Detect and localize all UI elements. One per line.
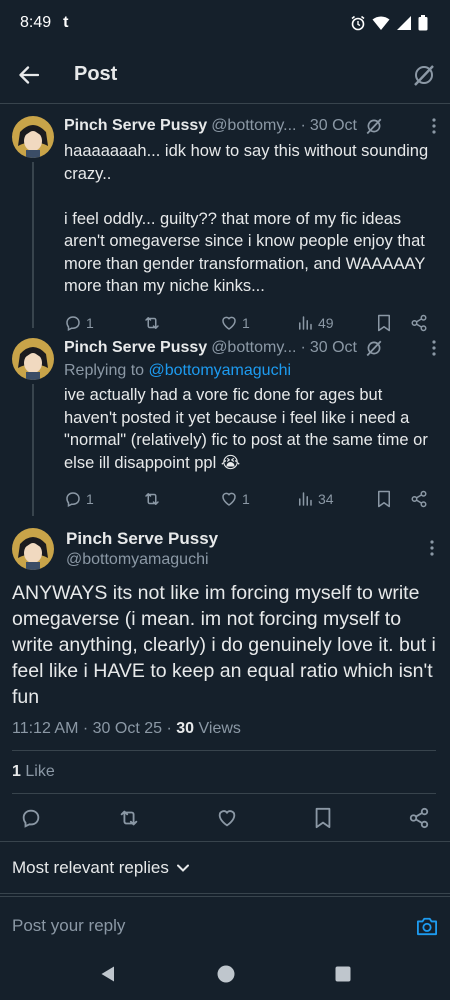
signal-icon: [396, 15, 412, 31]
post-metadata: 11:12 AM · 30 Oct 25 · 30 Views: [12, 720, 436, 751]
thread-connector-line: [32, 384, 34, 516]
share-icon[interactable]: [410, 490, 428, 508]
focused-tweet: Pinch Serve Pussy @bottomyamaguchi ANYWA…: [0, 516, 450, 794]
avatar[interactable]: [12, 338, 54, 380]
replies-sort-dropdown[interactable]: Most relevant replies: [0, 842, 450, 894]
replying-to-mention[interactable]: @bottomyamaguchi: [149, 362, 292, 379]
system-navigation-bar: [0, 948, 450, 1000]
more-options-icon[interactable]: [432, 340, 436, 356]
grok-icon[interactable]: [365, 117, 383, 135]
more-options-icon[interactable]: [430, 540, 434, 556]
replying-to: Replying to @bottomyamaguchi: [64, 360, 436, 382]
replying-to-label: Replying to: [64, 362, 145, 379]
more-options-icon[interactable]: [432, 118, 436, 134]
thread-tweet[interactable]: Pinch Serve Pussy @bottomy... · 30 Oct R…: [0, 326, 450, 516]
tweet-text: haaaaaaah... idk how to say this without…: [64, 142, 429, 295]
reply-input[interactable]: Post your reply: [12, 916, 125, 936]
thread-tweet[interactable]: Pinch Serve Pussy @bottomy... · 30 Oct h…: [0, 104, 450, 331]
avatar[interactable]: [12, 116, 54, 158]
views-icon: [296, 490, 314, 508]
focused-tweet-actions: [0, 794, 450, 842]
reply-count: 1: [86, 491, 94, 507]
tweet-text: ive actually had a vore fic done for age…: [64, 386, 433, 472]
bookmark-icon[interactable]: [376, 490, 410, 508]
camera-icon[interactable]: [416, 916, 438, 936]
page-title: Post: [74, 63, 118, 85]
avatar[interactable]: [12, 528, 54, 570]
notification-app-icon: t: [63, 14, 69, 31]
author-handle[interactable]: @bottomy...: [211, 117, 296, 135]
post-time: 11:12 AM: [12, 720, 79, 737]
separator-dot: ·: [300, 117, 306, 134]
tweet-actions: 1 1 34: [64, 482, 436, 516]
post-date: 30 Oct 25: [92, 720, 163, 737]
likes-summary[interactable]: 1 Like: [12, 751, 436, 794]
battery-icon: [418, 15, 428, 31]
views-label: Views: [198, 720, 241, 737]
author-name[interactable]: Pinch Serve Pussy: [64, 339, 207, 357]
heart-icon[interactable]: [216, 807, 238, 829]
repost-button[interactable]: [142, 490, 220, 508]
grok-icon[interactable]: [412, 63, 436, 87]
status-bar: 8:49 t: [0, 0, 450, 46]
share-icon[interactable]: [408, 807, 430, 829]
nav-back-icon[interactable]: [99, 965, 117, 983]
top-app-bar: Post: [0, 46, 450, 104]
reply-icon: [64, 490, 82, 508]
alarm-icon: [350, 15, 366, 31]
likes-count: 1: [12, 763, 21, 780]
status-time: 8:49: [20, 14, 52, 31]
repost-icon[interactable]: [117, 807, 141, 829]
post-date[interactable]: 30 Oct: [310, 117, 357, 135]
separator-dot: ·: [300, 339, 306, 356]
wifi-icon: [372, 15, 390, 31]
reply-composer: Post your reply: [0, 896, 450, 954]
author-name[interactable]: Pinch Serve Pussy: [66, 528, 218, 550]
thread-connector-line: [32, 162, 34, 328]
heart-icon: [220, 490, 238, 508]
nav-recents-icon[interactable]: [335, 966, 351, 982]
replies-sort-label: Most relevant replies: [12, 857, 169, 877]
author-handle[interactable]: @bottomy...: [211, 339, 296, 357]
chevron-down-icon: [176, 864, 189, 872]
reply-icon[interactable]: [20, 807, 42, 829]
views-count: 34: [318, 491, 334, 507]
like-button[interactable]: 1: [220, 490, 296, 508]
like-count: 1: [242, 491, 250, 507]
tweet-text: ANYWAYS its not like im forcing myself t…: [12, 582, 436, 708]
views-button[interactable]: 34: [296, 490, 376, 508]
author-handle[interactable]: @bottomyamaguchi: [66, 550, 218, 570]
reply-button[interactable]: 1: [64, 490, 142, 508]
likes-label: Like: [25, 763, 55, 780]
author-name[interactable]: Pinch Serve Pussy: [64, 117, 207, 135]
post-date[interactable]: 30 Oct: [310, 339, 357, 357]
views-count: 30: [176, 720, 195, 737]
bookmark-icon[interactable]: [313, 807, 333, 829]
back-arrow-icon[interactable]: [18, 64, 40, 86]
repost-icon: [142, 490, 162, 508]
grok-icon[interactable]: [365, 339, 383, 357]
nav-home-icon[interactable]: [217, 965, 235, 983]
